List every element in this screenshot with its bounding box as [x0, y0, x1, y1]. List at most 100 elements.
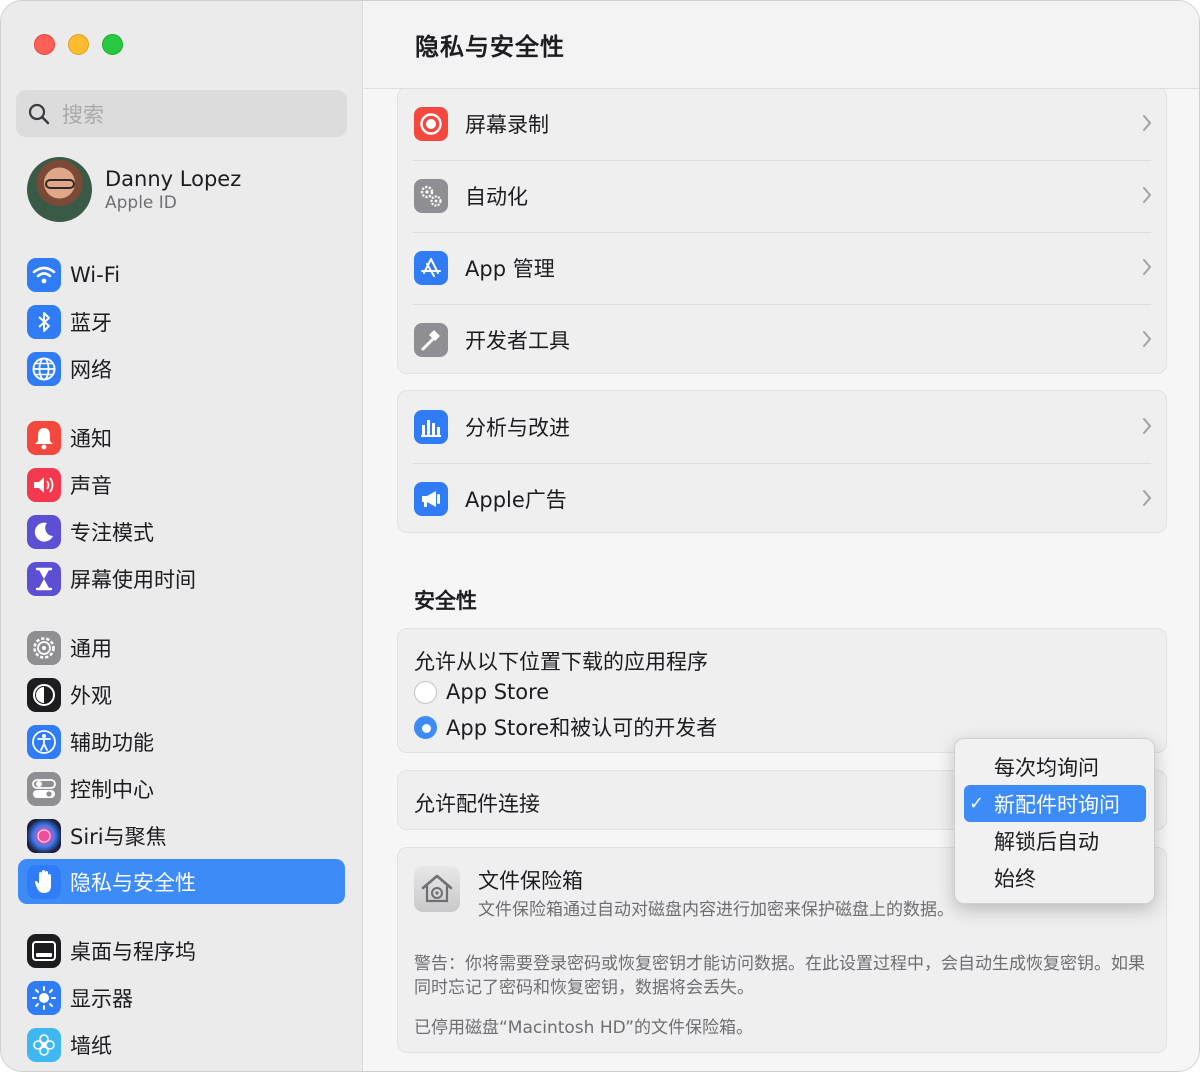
privacy-group-1: 屏幕录制 自动化 App 管理 开发者工具 [397, 87, 1167, 374]
main-pane: 屏幕录制 自动化 App 管理 开发者工具 分析与改进 Apple广告 安全性 … [364, 1, 1199, 1071]
wifi-icon [27, 257, 61, 292]
menu-item-label: 新配件时询问 [994, 792, 1120, 817]
row-analytics[interactable]: 分析与改进 [398, 391, 1166, 463]
sidebar-item-label: 通知 [70, 426, 112, 451]
sidebar-item-focus[interactable]: 专注模式 [18, 509, 345, 554]
row-automation[interactable]: 自动化 [398, 160, 1166, 232]
sidebar-item-general[interactable]: 通用 [18, 625, 345, 670]
search-icon [28, 103, 50, 124]
privacy-group-2: 分析与改进 Apple广告 [397, 390, 1167, 533]
radio-app-store[interactable]: App Store [414, 680, 549, 704]
sidebar-item-screen-time[interactable]: 屏幕使用时间 [18, 556, 345, 601]
sidebar-item-notifications[interactable]: 通知 [18, 415, 345, 460]
section-title-security: 安全性 [414, 589, 477, 613]
profile-subtitle: Apple ID [105, 192, 177, 213]
sidebar-item-label: 显示器 [70, 986, 133, 1011]
radio-label: App Store和被认可的开发者 [446, 716, 718, 740]
row-label: Apple广告 [465, 488, 567, 512]
menu-item-ask-new-accessories[interactable]: ✓ 新配件时询问 [964, 785, 1146, 822]
row-label: 开发者工具 [465, 329, 570, 353]
profile-name: Danny Lopez [105, 166, 242, 191]
sidebar-item-label: Siri与聚焦 [70, 824, 167, 849]
chart-icon [414, 410, 448, 444]
hand-icon [27, 864, 61, 899]
sidebar-item-label: 专注模式 [70, 520, 154, 545]
record-icon [414, 107, 448, 141]
row-label: 分析与改进 [465, 416, 570, 440]
dock-icon [27, 933, 61, 968]
globe-icon [27, 351, 61, 386]
row-label: 自动化 [465, 185, 528, 209]
toggles-icon [27, 771, 61, 806]
sidebar-item-network[interactable]: 网络 [18, 346, 345, 391]
sidebar-item-appearance[interactable]: 外观 [18, 672, 345, 717]
accessories-label: 允许配件连接 [414, 792, 540, 816]
menu-item-ask-every-time[interactable]: 每次均询问 [964, 748, 1146, 785]
sidebar-item-displays[interactable]: 显示器 [18, 975, 345, 1020]
radio-button[interactable] [414, 680, 437, 704]
sidebar-item-label: 桌面与程序坞 [70, 939, 196, 964]
search-field[interactable]: 搜索 [16, 90, 347, 137]
menu-item-label: 每次均询问 [994, 755, 1099, 780]
sidebar-item-siri[interactable]: Siri与聚焦 [18, 813, 345, 858]
apple-id-profile[interactable]: Danny Lopez Apple ID [27, 157, 241, 222]
speaker-icon [27, 467, 61, 502]
chevron-right-icon [1143, 490, 1152, 506]
sidebar-item-sound[interactable]: 声音 [18, 462, 345, 507]
radio-app-store-identified[interactable]: App Store和被认可的开发者 [414, 712, 717, 742]
row-label: 屏幕录制 [465, 113, 549, 137]
menu-item-auto-when-unlocked[interactable]: 解锁后自动 [964, 822, 1146, 859]
siri-icon [27, 818, 61, 853]
search-placeholder: 搜索 [62, 102, 104, 127]
filevault-title: 文件保险箱 [478, 869, 583, 893]
page-title: 隐私与安全性 [415, 33, 565, 61]
sidebar-item-bluetooth[interactable]: 蓝牙 [18, 299, 345, 344]
appearance-icon [27, 677, 61, 712]
sidebar-item-label: 屏幕使用时间 [70, 567, 196, 592]
zoom-button[interactable] [102, 34, 123, 55]
row-apple-ads[interactable]: Apple广告 [398, 463, 1166, 535]
sidebar-item-label: 通用 [70, 636, 112, 661]
row-developer-tools[interactable]: 开发者工具 [398, 304, 1166, 376]
sidebar-item-control-center[interactable]: 控制中心 [18, 766, 345, 811]
gears-icon [414, 179, 448, 213]
accessibility-icon [27, 724, 61, 759]
chevron-right-icon [1143, 187, 1152, 203]
radio-label: App Store [446, 680, 550, 704]
filevault-description: 文件保险箱通过自动对磁盘内容进行加密来保护磁盘上的数据。 [478, 900, 954, 920]
sidebar-item-accessibility[interactable]: 辅助功能 [18, 719, 345, 764]
row-label: App 管理 [465, 257, 555, 281]
moon-icon [27, 514, 61, 549]
menu-item-label: 解锁后自动 [994, 829, 1099, 854]
sidebar-item-wallpaper[interactable]: 墙纸 [18, 1022, 345, 1067]
flower-icon [27, 1027, 61, 1062]
window-controls [34, 34, 123, 55]
sidebar-item-label: 控制中心 [70, 777, 154, 802]
row-app-management[interactable]: App 管理 [398, 232, 1166, 304]
menu-item-always[interactable]: 始终 [964, 859, 1146, 896]
avatar [27, 157, 92, 222]
sidebar-item-label: 墙纸 [70, 1033, 112, 1058]
accessory-popup-menu: 每次均询问 ✓ 新配件时询问 解锁后自动 始终 [954, 738, 1155, 904]
filevault-status: 已停用磁盘“Macintosh HD”的文件保险箱。 [414, 1018, 754, 1038]
hourglass-icon [27, 561, 61, 596]
checkmark-icon: ✓ [969, 793, 985, 814]
bell-icon [27, 420, 61, 455]
gatekeeper-group: 允许从以下位置下载的应用程序 App Store App Store和被认可的开… [397, 628, 1167, 753]
filevault-warning: 警告：你将需要登录密码或恢复密钥才能访问数据。在此设置过程中，会自动生成恢复密钥… [414, 954, 1145, 998]
sidebar-item-privacy-security[interactable]: 隐私与安全性 [18, 859, 345, 904]
minimize-button[interactable] [68, 34, 89, 55]
chevron-right-icon [1143, 418, 1152, 434]
chevron-right-icon [1143, 259, 1152, 275]
menu-item-label: 始终 [994, 866, 1036, 891]
app-store-icon [414, 251, 448, 285]
row-screen-recording[interactable]: 屏幕录制 [398, 88, 1166, 160]
sidebar-item-label: 外观 [70, 683, 112, 708]
sidebar-item-desktop-dock[interactable]: 桌面与程序坞 [18, 928, 345, 973]
bluetooth-icon [27, 304, 61, 339]
sidebar-item-wifi[interactable]: Wi-Fi [18, 252, 345, 297]
close-button[interactable] [34, 34, 55, 55]
sun-icon [27, 980, 61, 1015]
radio-button-selected[interactable] [414, 715, 437, 739]
megaphone-icon [414, 482, 448, 516]
